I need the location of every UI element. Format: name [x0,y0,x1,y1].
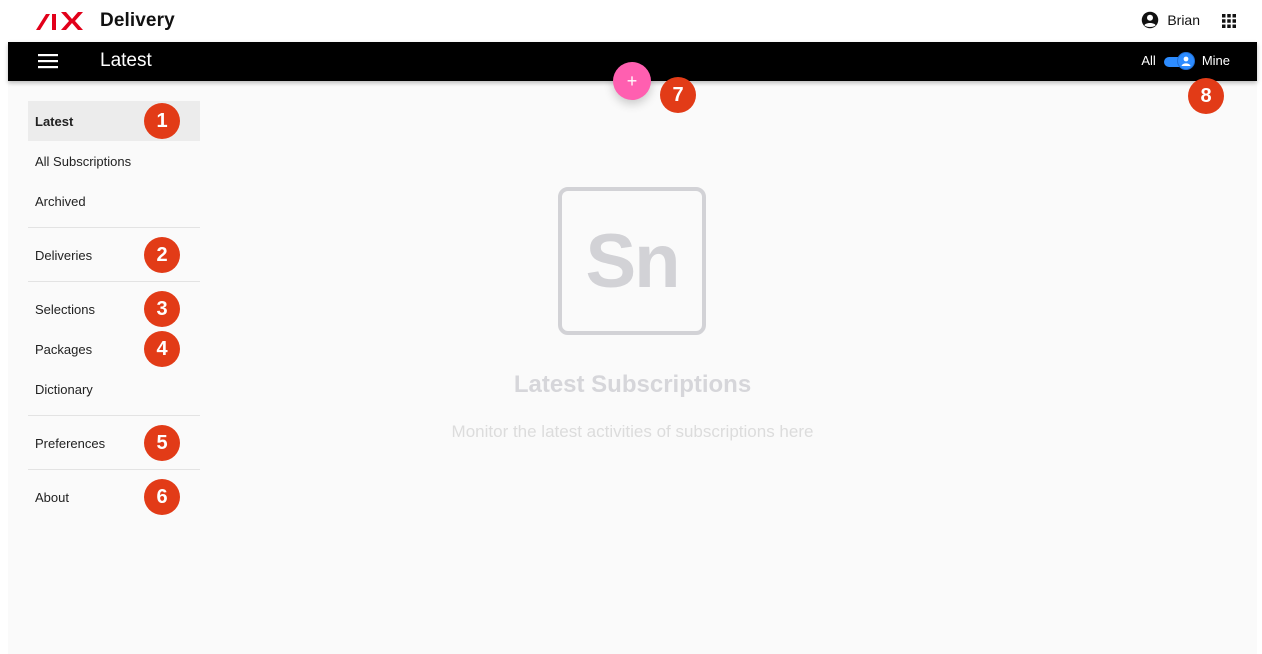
empty-state-title: Latest Subscriptions [513,371,752,398]
sn-logo-text: Sn [585,218,680,304]
ownership-toggle-group: All Mine [1141,51,1230,70]
person-icon [1181,56,1191,66]
user-name: Brian [1167,12,1200,28]
add-fab-button[interactable]: + [613,62,651,100]
sn-logo: Sn [558,187,706,335]
toggle-thumb [1176,51,1195,70]
empty-state-subtitle: Monitor the latest activities of subscri… [451,422,814,441]
toggle-label-all[interactable]: All [1141,53,1155,68]
six-logo [36,12,83,30]
page-title: Latest [100,50,152,71]
annotation-badge: 7 [660,77,696,113]
app-name: Delivery [100,10,175,31]
brand[interactable]: Delivery [34,7,175,35]
account-circle-icon [1142,11,1159,29]
all-mine-toggle[interactable] [1163,51,1195,70]
hamburger-menu-icon[interactable] [38,53,58,69]
apps-grid-icon[interactable] [1222,14,1236,28]
empty-state: Sn Latest Subscriptions Monitor the late… [8,81,1257,654]
app-header: Delivery Brian [0,0,1262,42]
annotation-badge: 8 [1188,78,1224,114]
toggle-label-mine[interactable]: Mine [1202,53,1230,68]
main-content: Latest 1 All Subscriptions Archived Deli… [8,81,1257,654]
user-menu[interactable]: Brian [1141,11,1200,29]
